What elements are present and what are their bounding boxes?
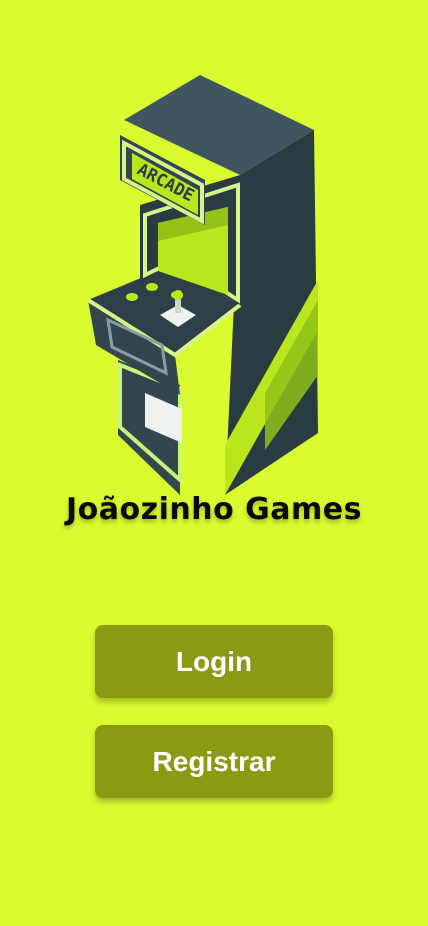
joystick-icon	[173, 290, 183, 300]
app-title: Joãozinho Games	[66, 492, 362, 527]
login-button-label: Login	[175, 645, 253, 677]
register-button-label: Registrar	[152, 745, 276, 777]
arcade-machine-illustration: ARCADE	[86, 75, 318, 495]
login-button[interactable]: Login	[95, 625, 333, 698]
register-button[interactable]: Registrar	[95, 725, 333, 798]
